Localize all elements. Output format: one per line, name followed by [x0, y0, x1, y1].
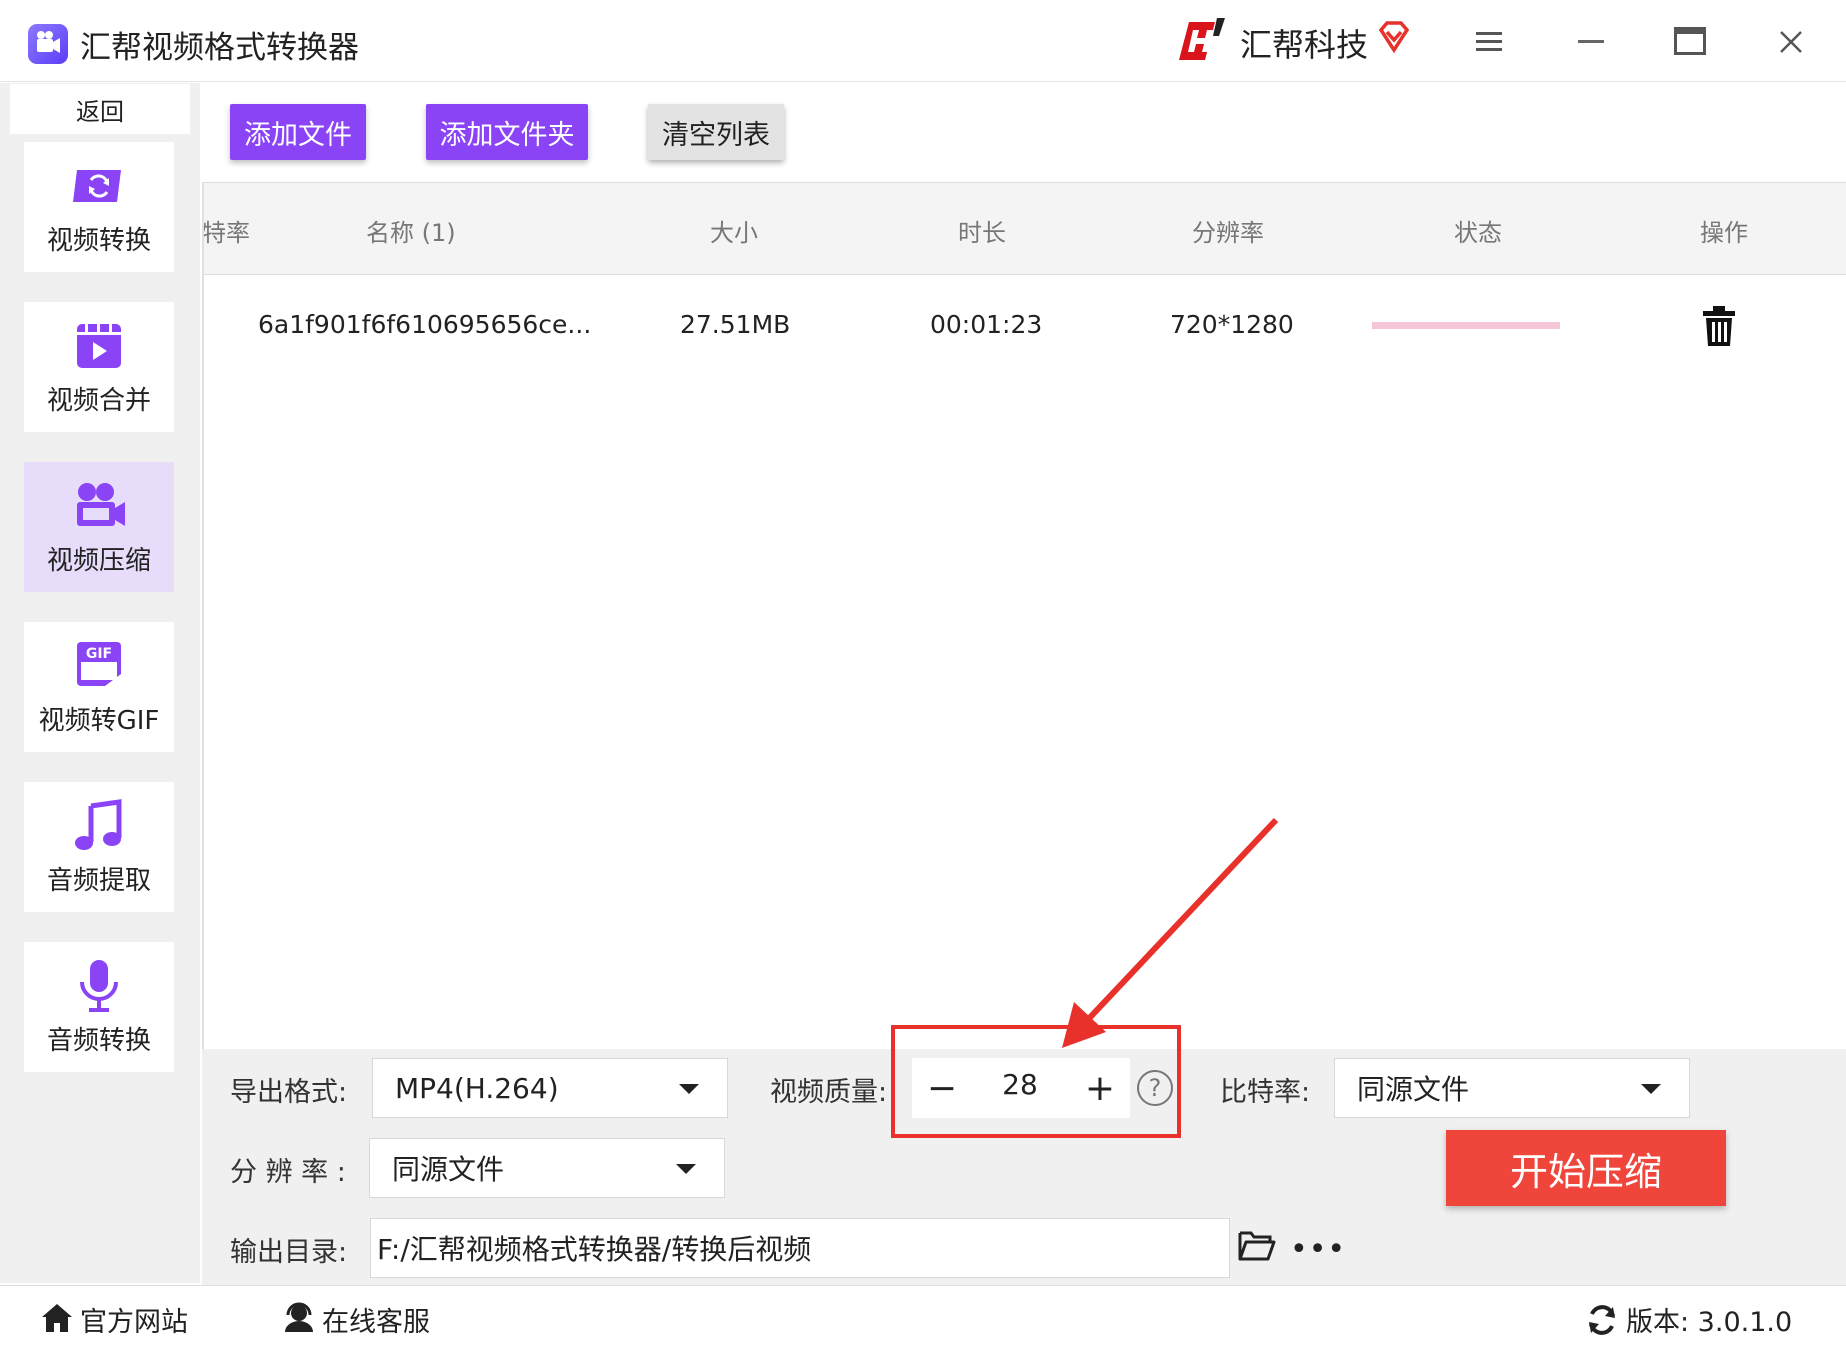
clear-list-button[interactable]: 清空列表	[648, 104, 784, 160]
quality-label: 视频质量:	[770, 1077, 888, 1108]
app-title: 汇帮视频格式转换器	[80, 30, 359, 66]
output-dir-label: 输出目录:	[230, 1237, 348, 1268]
start-compress-button[interactable]: 开始压缩	[1446, 1130, 1726, 1206]
status-progress-bar	[1372, 322, 1560, 329]
header-bitrate: 特率	[204, 219, 250, 247]
file-size: 27.51MB	[680, 310, 791, 339]
customer-service-icon	[282, 1302, 316, 1334]
svg-text:GIF: GIF	[86, 646, 112, 662]
resolution-label: 分 辨 率 :	[230, 1157, 346, 1188]
menu-icon[interactable]	[1476, 30, 1504, 54]
annotation-highlight-box	[891, 1025, 1181, 1138]
header-name[interactable]: 名称 (1)	[366, 213, 456, 248]
header-duration[interactable]: 时长	[958, 213, 1006, 248]
sidebar-item-video-to-gif[interactable]: GIF 视频转GIF	[24, 622, 174, 752]
file-resolution: 720*1280	[1170, 310, 1294, 339]
sidebar-item-label: 视频转GIF	[38, 705, 160, 736]
footer-bar	[0, 1285, 1846, 1352]
app-logo-icon	[28, 24, 68, 64]
chevron-down-icon	[1641, 1084, 1661, 1094]
add-file-button[interactable]: 添加文件	[230, 104, 366, 160]
brand-logo-icon	[1175, 16, 1227, 66]
output-dir-input[interactable]: F:/汇帮视频格式转换器/转换后视频	[370, 1218, 1230, 1278]
sidebar-item-label: 音频提取	[46, 865, 151, 896]
music-note-icon	[75, 798, 122, 850]
trash-icon[interactable]	[1700, 305, 1738, 347]
sidebar-item-label: 视频压缩	[46, 545, 151, 576]
sidebar-item-audio-convert[interactable]: 音频转换	[24, 942, 174, 1072]
sidebar-item-video-convert[interactable]: 视频转换	[24, 142, 174, 272]
brand-name: 汇帮科技	[1240, 26, 1369, 64]
file-duration: 00:01:23	[930, 310, 1043, 339]
gif-icon: GIF	[77, 641, 121, 686]
sidebar-item-label: 音频转换	[46, 1025, 151, 1056]
header-status: 状态	[1454, 219, 1502, 247]
table-header: 特率 名称 (1) 大小 时长 分辨率 状态 操作	[204, 183, 1846, 275]
chevron-down-icon	[676, 1164, 696, 1174]
maximize-icon[interactable]	[1674, 27, 1706, 55]
video-merge-icon	[77, 323, 121, 368]
close-icon[interactable]	[1776, 27, 1806, 57]
bitrate-select[interactable]: 同源文件	[1334, 1058, 1690, 1118]
folder-open-icon[interactable]	[1238, 1229, 1276, 1263]
online-support-link[interactable]: 在线客服	[322, 1300, 430, 1339]
home-icon	[40, 1302, 74, 1334]
file-name: 6a1f901f6f610695656ce...	[258, 310, 592, 339]
header-action: 操作	[1700, 219, 1748, 247]
sidebar-item-video-compress[interactable]: 视频压缩	[24, 462, 174, 592]
format-select[interactable]: MP4(H.264)	[372, 1058, 728, 1118]
version-label: 版本: 3.0.1.0	[1626, 1307, 1793, 1338]
minimize-icon[interactable]	[1578, 40, 1604, 43]
add-folder-button[interactable]: 添加文件夹	[426, 104, 588, 160]
chevron-down-icon	[679, 1084, 699, 1094]
sidebar-item-audio-extract[interactable]: 音频提取	[24, 782, 174, 912]
sidebar-item-video-merge[interactable]: 视频合并	[24, 302, 174, 432]
more-icon[interactable]: •••	[1290, 1232, 1346, 1267]
format-value: MP4(H.264)	[395, 1071, 559, 1105]
resolution-value: 同源文件	[392, 1153, 505, 1186]
header-size[interactable]: 大小	[710, 213, 758, 248]
official-website-link[interactable]: 官方网站	[80, 1300, 188, 1339]
bitrate-value: 同源文件	[1357, 1073, 1470, 1106]
header-resolution[interactable]: 分辨率	[1192, 213, 1264, 248]
sidebar-item-label: 视频转换	[46, 225, 151, 256]
microphone-icon	[80, 959, 118, 1012]
sidebar-item-label: 视频合并	[46, 385, 151, 416]
bitrate-label: 比特率:	[1220, 1077, 1311, 1108]
resolution-select[interactable]: 同源文件	[369, 1138, 725, 1198]
vip-diamond-icon[interactable]	[1377, 20, 1411, 54]
back-button[interactable]: 返回	[10, 84, 190, 134]
refresh-icon	[1586, 1304, 1618, 1336]
video-compress-icon	[77, 482, 125, 526]
video-convert-icon	[73, 169, 121, 202]
format-label: 导出格式:	[230, 1077, 348, 1108]
